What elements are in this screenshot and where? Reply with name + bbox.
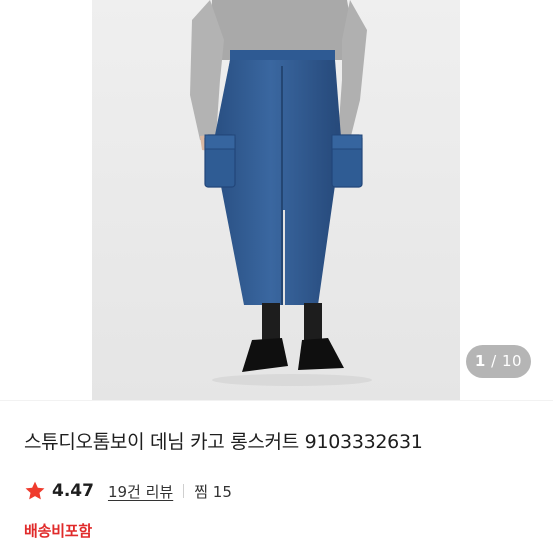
product-photo[interactable] (92, 0, 460, 400)
rating-row: 4.47 19건 리뷰 찜 15 (24, 478, 232, 504)
review-count-link[interactable]: 19건 리뷰 (108, 481, 173, 502)
divider (183, 484, 185, 498)
image-counter-separator: / (491, 352, 497, 370)
rating-score: 4.47 (52, 481, 94, 501)
star-icon (25, 481, 45, 500)
favorite-count: 찜 15 (194, 482, 232, 501)
product-title: 스튜디오톰보이 데님 카고 롱스커트 9103332631 (24, 431, 423, 453)
image-counter-total: 10 (501, 352, 523, 370)
section-divider (0, 400, 553, 401)
shipping-included-label: 배송비포함 (24, 522, 93, 540)
image-counter: 1 / 10 (466, 345, 531, 378)
image-counter-current: 1 (474, 352, 486, 370)
product-image-gallery[interactable]: 1 / 10 (0, 0, 553, 400)
product-page: 1 / 10 스튜디오톰보이 데님 카고 롱스커트 9103332631 4.4… (0, 0, 553, 553)
product-photo-illustration (92, 0, 460, 400)
